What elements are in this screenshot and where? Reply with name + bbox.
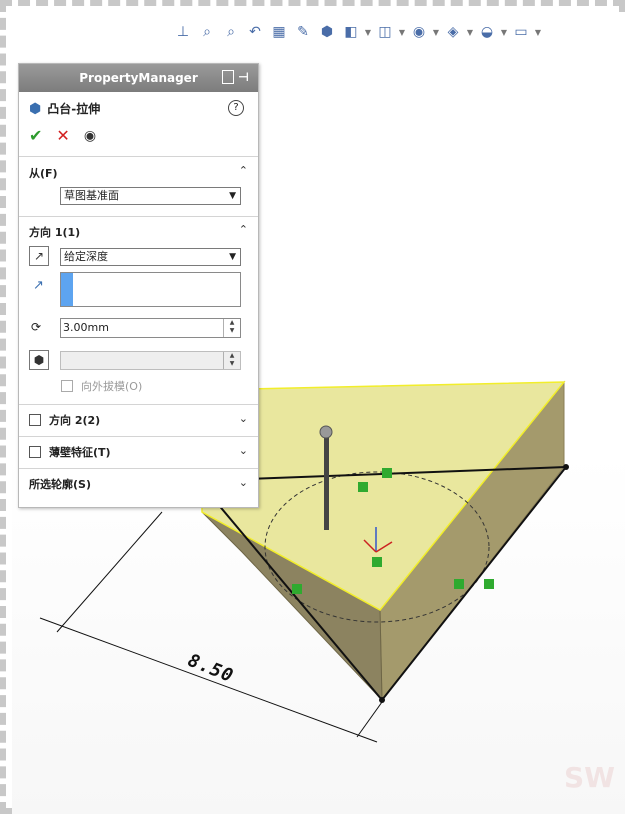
action-buttons: ✔ ✕ ◉ [29, 126, 248, 145]
relation-marker[interactable] [454, 579, 464, 589]
chevron-up-icon[interactable]: ⌃ [239, 223, 248, 236]
draft-angle-input[interactable]: ▲ ▼ [60, 351, 241, 370]
direction2-checkbox[interactable] [29, 414, 41, 426]
reverse-direction-icon[interactable]: ↗ [29, 246, 49, 266]
chevron-down-icon[interactable]: ▼ [500, 21, 508, 43]
direction2-section-header[interactable]: 方向 2(2) [29, 412, 248, 428]
thin-feature-checkbox[interactable] [29, 446, 41, 458]
draft-outward-label: 向外拔模(O) [81, 380, 143, 393]
chevron-up-icon[interactable]: ⌃ [239, 164, 248, 177]
watermark-logo: SW [563, 761, 615, 794]
extrude-feature-icon: ⬢ [29, 100, 42, 117]
selection-focus-bar [61, 273, 73, 306]
zoom-to-fit-icon[interactable]: ⌕ [196, 21, 218, 43]
pin-icon[interactable]: ⊣ [238, 70, 250, 84]
end-condition-value: 给定深度 [64, 250, 108, 263]
chevron-down-icon[interactable]: ▼ [432, 21, 440, 43]
panel-pin-controls: ⊣ [222, 70, 252, 86]
from-section-header[interactable]: 从(F) [29, 165, 58, 181]
chevron-down-icon[interactable]: ▼ [398, 21, 406, 43]
chevron-down-icon[interactable]: ▼ [466, 21, 474, 43]
direction1-section-header[interactable]: 方向 1(1) [29, 224, 80, 240]
previous-view-icon[interactable]: ↶ [244, 21, 266, 43]
cancel-button[interactable]: ✕ [56, 126, 69, 145]
depth-dimension-icon: ⟳ [31, 320, 42, 334]
draft-on-off-icon[interactable]: ⬢ [29, 350, 49, 370]
chevron-down-icon[interactable]: ⌄ [239, 476, 248, 489]
zoom-area-icon[interactable]: ⌕ [220, 21, 242, 43]
view-orientation-icon[interactable]: ⊥ [172, 21, 194, 43]
display-style-icon[interactable]: ◧ [340, 21, 362, 43]
extrude-drag-handle[interactable] [324, 430, 329, 530]
panel-header: PropertyManager ⊣ [19, 64, 258, 92]
draft-angle-spinner[interactable]: ▲ ▼ [223, 352, 240, 369]
direction2-label: 方向 2(2) [49, 414, 101, 427]
dimension-extension-left [56, 511, 163, 633]
dimension-extension-right [356, 701, 383, 738]
chevron-down-icon: ▼ [229, 191, 236, 201]
feature-header: ⬢ 凸台-拉伸 [29, 100, 248, 117]
direction-vector-icon: ↗ [33, 278, 44, 293]
end-condition-select[interactable]: 给定深度 ▼ [60, 248, 241, 266]
thin-feature-section-header[interactable]: 薄壁特征(T) [29, 444, 248, 460]
eye-icon[interactable]: ◉ [408, 21, 430, 43]
chevron-down-icon[interactable]: ⌄ [239, 412, 248, 425]
split-panel-icon[interactable] [222, 70, 234, 84]
preview-eye-icon[interactable]: ◉ [84, 128, 96, 144]
direction-vector-selection-box[interactable] [60, 272, 241, 307]
direction1-section-divider [19, 216, 258, 217]
from-section-divider [19, 156, 258, 157]
relation-marker[interactable] [484, 579, 494, 589]
edit-appearance-icon[interactable]: ◈ [442, 21, 464, 43]
ok-button[interactable]: ✔ [29, 126, 42, 145]
depth-spinner[interactable]: ▲ ▼ [223, 319, 240, 337]
from-select[interactable]: 草图基准面 ▼ [60, 187, 241, 205]
relation-marker[interactable] [358, 482, 368, 492]
chevron-down-icon: ▼ [229, 252, 236, 262]
dynamic-annotation-icon[interactable]: ✎ [292, 21, 314, 43]
section-view-icon[interactable]: ▦ [268, 21, 290, 43]
feature-name: 凸台-拉伸 [47, 102, 101, 116]
from-select-value: 草图基准面 [64, 189, 119, 202]
hide-show-icon[interactable]: ◫ [374, 21, 396, 43]
chevron-down-icon[interactable]: ▼ [364, 21, 372, 43]
direction2-section-divider [19, 404, 258, 405]
draft-outward-row[interactable]: 向外拔模(O) [61, 378, 248, 394]
selected-contours-section-divider [19, 468, 258, 469]
thin-feature-label: 薄壁特征(T) [49, 446, 111, 459]
vertex-right[interactable] [563, 464, 569, 470]
relation-marker[interactable] [382, 468, 392, 478]
thin-feature-section-divider [19, 436, 258, 437]
view-cube-icon[interactable]: ⬢ [316, 21, 338, 43]
chevron-down-icon[interactable]: ⌄ [239, 444, 248, 457]
display-icon[interactable]: ▭ [510, 21, 532, 43]
heads-up-toolbar: ⊥ ⌕ ⌕ ↶ ▦ ✎ ⬢ ◧ ▼ ◫ ▼ ◉ ▼ ◈ ▼ ◒ ▼ ▭ ▼ [172, 18, 542, 46]
chevron-down-icon[interactable]: ▼ [534, 21, 542, 43]
apply-scene-icon[interactable]: ◒ [476, 21, 498, 43]
extrude-handle-knob[interactable] [319, 425, 333, 439]
origin-marker[interactable] [372, 557, 382, 567]
panel-title: PropertyManager [79, 71, 198, 85]
depth-value: 3.00mm [63, 321, 109, 334]
depth-input[interactable]: 3.00mm ▲ ▼ [60, 318, 241, 338]
relation-marker[interactable] [292, 584, 302, 594]
help-button[interactable]: ? [228, 100, 244, 116]
property-manager-panel: PropertyManager ⊣ ⬢ 凸台-拉伸 ? ✔ ✕ ◉ 从(F) ⌃… [18, 63, 259, 508]
draft-outward-checkbox[interactable] [61, 380, 73, 392]
selected-contours-header[interactable]: 所选轮廓(S) [29, 476, 91, 492]
